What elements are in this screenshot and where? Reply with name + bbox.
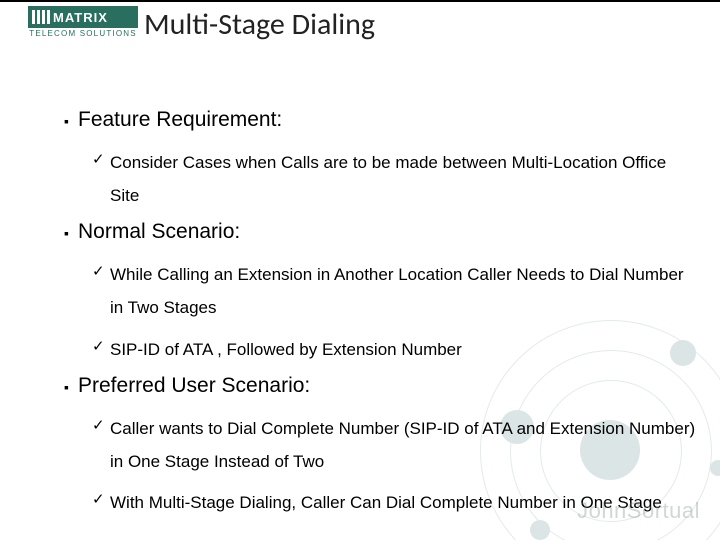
content-body: ▪ Feature Requirement: ✓ Consider Cases … bbox=[64, 100, 700, 527]
logo-top: MATRIX bbox=[28, 6, 138, 28]
top-divider bbox=[0, 0, 720, 2]
logo-bars-icon bbox=[32, 10, 50, 24]
slide-title: Multi-Stage Dialing bbox=[144, 6, 375, 43]
section-heading-text: Normal Scenario: bbox=[78, 220, 240, 244]
check-icon: ✓ bbox=[92, 333, 110, 361]
brand-logo: MATRIX TELECOM SOLUTIONS bbox=[28, 6, 138, 38]
list-item-text: While Calling an Extension in Another Lo… bbox=[110, 258, 700, 324]
section-heading: ▪ Preferred User Scenario: bbox=[64, 374, 700, 400]
slide: MATRIX TELECOM SOLUTIONS Multi-Stage Dia… bbox=[0, 0, 720, 540]
square-bullet-icon: ▪ bbox=[64, 108, 78, 134]
square-bullet-icon: ▪ bbox=[64, 374, 78, 400]
section-heading: ▪ Feature Requirement: bbox=[64, 108, 700, 134]
check-icon: ✓ bbox=[92, 146, 110, 174]
list-item-text: With Multi-Stage Dialing, Caller Can Dia… bbox=[110, 486, 662, 519]
section-heading: ▪ Normal Scenario: bbox=[64, 220, 700, 246]
list-item-text: SIP-ID of ATA , Followed by Extension Nu… bbox=[110, 333, 462, 366]
list-item-text: Consider Cases when Calls are to be made… bbox=[110, 146, 700, 212]
check-icon: ✓ bbox=[92, 412, 110, 440]
list-item: ✓ Caller wants to Dial Complete Number (… bbox=[92, 412, 700, 478]
square-bullet-icon: ▪ bbox=[64, 220, 78, 246]
section-heading-text: Feature Requirement: bbox=[78, 108, 282, 132]
check-icon: ✓ bbox=[92, 258, 110, 286]
logo-subtitle: TELECOM SOLUTIONS bbox=[28, 29, 138, 38]
list-item: ✓ With Multi-Stage Dialing, Caller Can D… bbox=[92, 486, 700, 519]
logo-brand-text: MATRIX bbox=[53, 10, 108, 25]
list-item: ✓ While Calling an Extension in Another … bbox=[92, 258, 700, 324]
check-icon: ✓ bbox=[92, 486, 110, 514]
list-item: ✓ SIP-ID of ATA , Followed by Extension … bbox=[92, 333, 700, 366]
list-item-text: Caller wants to Dial Complete Number (SI… bbox=[110, 412, 700, 478]
list-item: ✓ Consider Cases when Calls are to be ma… bbox=[92, 146, 700, 212]
section-heading-text: Preferred User Scenario: bbox=[78, 374, 310, 398]
